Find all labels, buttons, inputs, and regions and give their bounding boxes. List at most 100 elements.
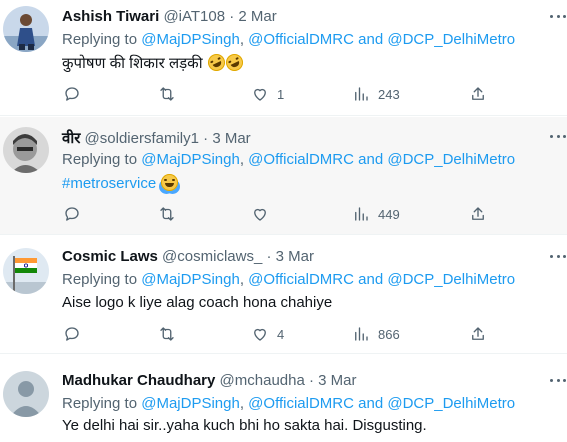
mention-link[interactable]: @MajDPSingh bbox=[141, 395, 240, 412]
dot-separator: · bbox=[266, 248, 272, 265]
mention-link[interactable]: @OfficialDMRC bbox=[248, 395, 354, 412]
reply-icon bbox=[65, 327, 79, 341]
replying-to-label: Replying to bbox=[62, 31, 142, 48]
tweet-text-content: कुपोषण की शिकार लड़की bbox=[62, 55, 203, 72]
and-text: and bbox=[353, 395, 388, 412]
dot-separator: · bbox=[309, 372, 314, 389]
replying-to-label: Replying to bbox=[62, 151, 142, 168]
tweet-date[interactable]: 3 Mar bbox=[212, 130, 250, 147]
views-chart-icon bbox=[355, 207, 368, 221]
author-handle[interactable]: @mchaudha bbox=[220, 372, 305, 389]
share-button[interactable] bbox=[469, 85, 487, 103]
mention-link[interactable]: @MajDPSingh bbox=[141, 151, 240, 168]
like-button[interactable]: 1 bbox=[251, 85, 284, 103]
views-button[interactable]: 866 bbox=[352, 325, 400, 343]
mention-link[interactable]: @OfficialDMRC bbox=[248, 151, 354, 168]
reply-button[interactable] bbox=[63, 205, 81, 223]
replying-to-label: Replying to bbox=[62, 395, 142, 412]
replying-to-label: Replying to bbox=[62, 271, 142, 288]
replying-to: Replying to @MajDPSingh, @OfficialDMRC a… bbox=[62, 31, 515, 48]
mention-separator: , bbox=[239, 31, 249, 48]
reply-button[interactable] bbox=[63, 85, 81, 103]
replying-to: Replying to @MajDPSingh, @OfficialDMRC a… bbox=[62, 395, 515, 412]
tweet-text: कुपोषण की शिकार लड़की bbox=[62, 51, 246, 74]
like-count: 4 bbox=[277, 326, 285, 342]
author-name[interactable]: Ashish Tiwari bbox=[62, 8, 159, 25]
tears-of-joy-icon bbox=[161, 174, 179, 191]
views-button[interactable]: 449 bbox=[352, 205, 400, 223]
reply-button[interactable] bbox=[63, 325, 81, 343]
dot-separator: · bbox=[203, 130, 209, 147]
mention-link[interactable]: @DCP_DelhiMetro bbox=[387, 151, 515, 168]
reply-icon bbox=[65, 87, 79, 101]
view-count: 866 bbox=[378, 326, 400, 342]
mention-link[interactable]: @OfficialDMRC bbox=[248, 31, 354, 48]
avatar[interactable] bbox=[3, 371, 49, 417]
tweet-header: Madhukar Chaudhary @mchaudha · 3 Mar bbox=[62, 372, 357, 389]
author-name[interactable]: वीर bbox=[62, 130, 80, 147]
like-count: 1 bbox=[277, 86, 285, 102]
rofl-face-icon bbox=[222, 51, 246, 74]
hashtag-link[interactable]: #metroservice bbox=[62, 175, 156, 192]
reply-icon bbox=[65, 207, 79, 221]
author-handle[interactable]: @soldiersfamily1 bbox=[85, 130, 199, 147]
replying-to: Replying to @MajDPSingh, @OfficialDMRC a… bbox=[62, 271, 515, 288]
rofl-face-icon bbox=[204, 51, 228, 74]
share-icon bbox=[472, 207, 484, 220]
heart-icon bbox=[254, 208, 266, 221]
mention-link[interactable]: @DCP_DelhiMetro bbox=[387, 271, 515, 288]
author-name[interactable]: Cosmic Laws bbox=[62, 248, 158, 265]
mention-separator: , bbox=[239, 395, 249, 412]
avatar[interactable] bbox=[3, 248, 49, 294]
dot-separator: · bbox=[229, 8, 235, 25]
views-chart-icon bbox=[355, 87, 368, 101]
like-button[interactable] bbox=[251, 205, 277, 223]
replying-to: Replying to @MajDPSingh, @OfficialDMRC a… bbox=[62, 151, 515, 168]
tweet-date[interactable]: 3 Mar bbox=[276, 248, 314, 265]
tweet-header: Cosmic Laws @cosmiclaws_ · 3 Mar bbox=[62, 248, 314, 265]
more-options-icon[interactable] bbox=[550, 254, 566, 258]
retweet-button[interactable] bbox=[158, 325, 176, 343]
tweet-text: Aise logo k liye alag coach hona chahiye bbox=[62, 294, 332, 311]
and-text: and bbox=[353, 271, 388, 288]
mention-separator: , bbox=[239, 151, 249, 168]
author-name[interactable]: Madhukar Chaudhary bbox=[62, 372, 215, 389]
mention-link[interactable]: @MajDPSingh bbox=[141, 271, 240, 288]
mention-link[interactable]: @DCP_DelhiMetro bbox=[387, 31, 515, 48]
share-icon bbox=[472, 327, 484, 340]
tweet-date[interactable]: 2 Mar bbox=[238, 8, 276, 25]
retweet-icon bbox=[160, 207, 174, 221]
author-handle[interactable]: @cosmiclaws_ bbox=[162, 248, 262, 265]
tweet-text-content: Aise logo k liye alag coach hona chahiye bbox=[62, 294, 333, 311]
avatar[interactable] bbox=[3, 127, 49, 173]
mention-link[interactable]: @DCP_DelhiMetro bbox=[387, 395, 515, 412]
retweet-button[interactable] bbox=[158, 85, 176, 103]
retweet-button[interactable] bbox=[158, 205, 176, 223]
share-button[interactable] bbox=[469, 325, 487, 343]
views-chart-icon bbox=[355, 327, 368, 341]
view-count: 449 bbox=[378, 206, 400, 222]
tweet-text-content: Ye delhi hai sir..yaha kuch bhi ho sakta… bbox=[62, 417, 427, 434]
share-button[interactable] bbox=[469, 205, 487, 223]
avatar[interactable] bbox=[3, 6, 49, 52]
like-button[interactable]: 4 bbox=[251, 325, 284, 343]
and-text: and bbox=[353, 151, 388, 168]
mention-link[interactable]: @OfficialDMRC bbox=[248, 271, 354, 288]
more-options-icon[interactable] bbox=[550, 14, 566, 18]
tweet-text: #metroservice bbox=[62, 174, 179, 192]
view-count: 243 bbox=[378, 86, 400, 102]
more-options-icon[interactable] bbox=[550, 378, 566, 382]
tweet-header: Ashish Tiwari @iAT108 · 2 Mar bbox=[62, 8, 277, 25]
heart-icon bbox=[254, 88, 266, 101]
retweet-icon bbox=[160, 87, 174, 101]
tweet-date[interactable]: 3 Mar bbox=[318, 372, 356, 389]
mention-separator: , bbox=[239, 271, 249, 288]
heart-icon bbox=[254, 328, 266, 341]
views-button[interactable]: 243 bbox=[352, 85, 400, 103]
and-text: and bbox=[353, 31, 388, 48]
tweet-header: वीर @soldiersfamily1 · 3 Mar bbox=[62, 128, 251, 148]
mention-link[interactable]: @MajDPSingh bbox=[141, 31, 240, 48]
retweet-icon bbox=[160, 327, 174, 341]
author-handle[interactable]: @iAT108 bbox=[163, 8, 225, 25]
more-options-icon[interactable] bbox=[550, 134, 566, 138]
